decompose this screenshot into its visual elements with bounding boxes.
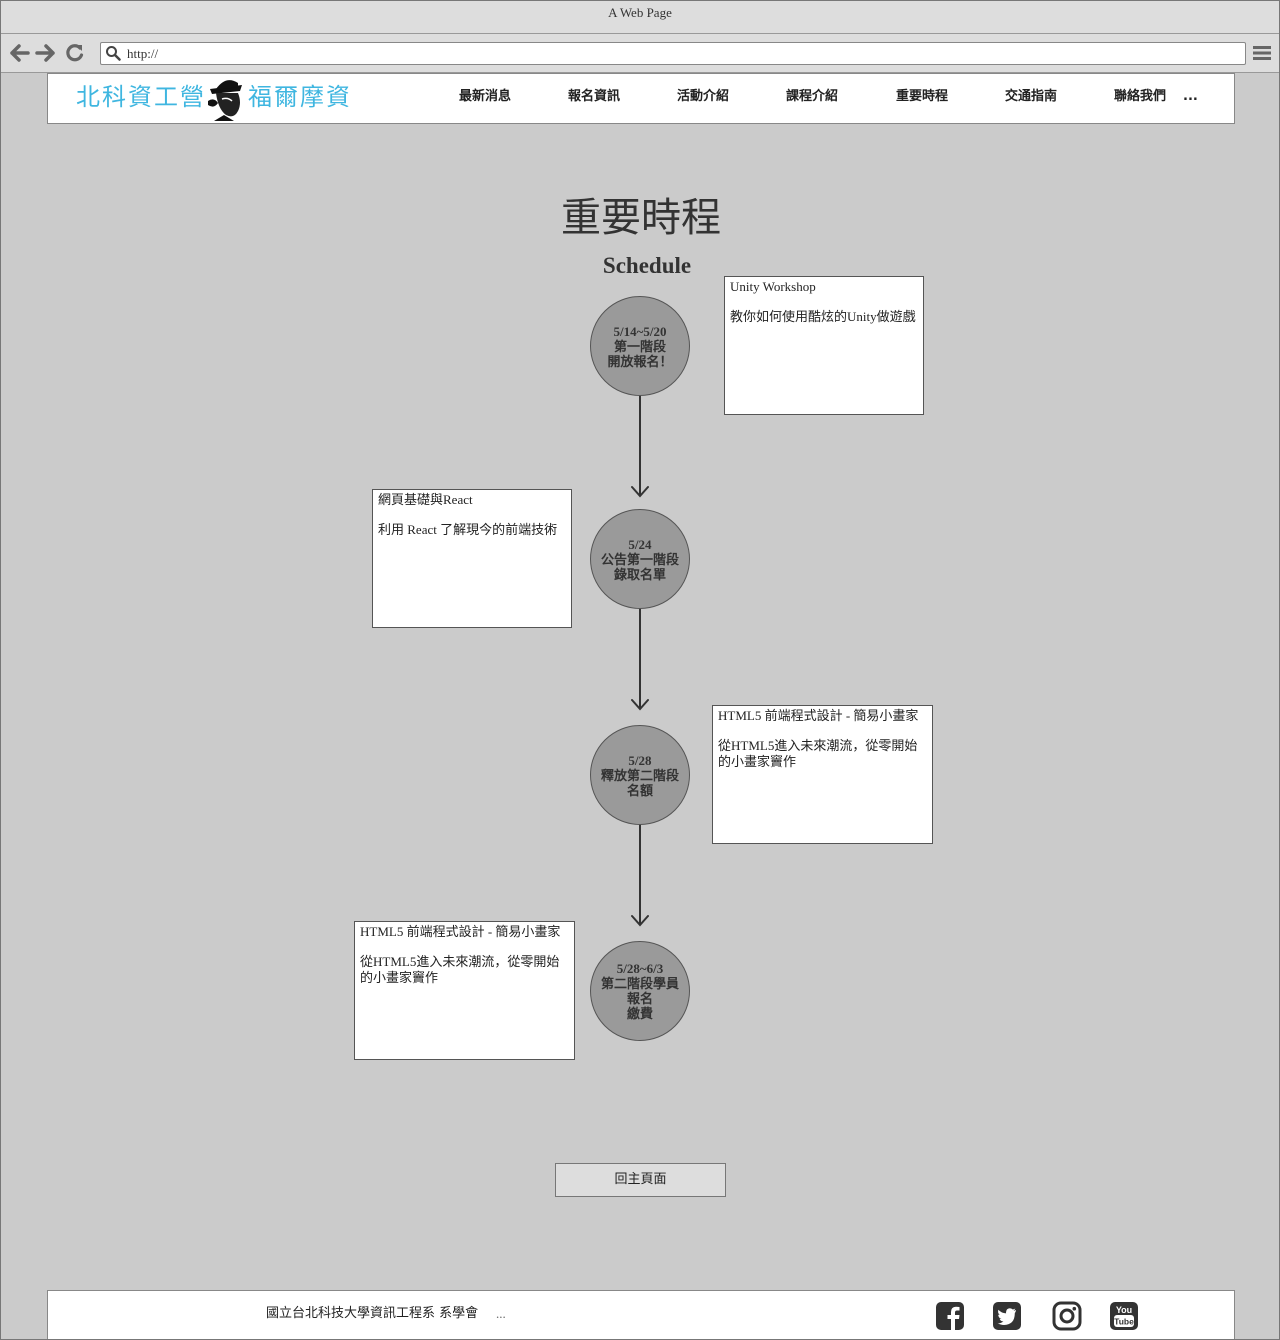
youtube-icon[interactable]: You Tube	[1109, 1301, 1139, 1331]
milestone-date: 5/28	[628, 752, 652, 768]
course-card-description: 教你如何使用酷炫的Unity做遊戲	[730, 309, 916, 324]
milestone-text: 公告第一階段	[600, 551, 679, 567]
course-card-html5-right[interactable]: HTML5 前端程式設計 - 簡易小畫家 從HTML5進入未來潮流，從零開始的小…	[712, 705, 933, 844]
milestone-date: 5/14~5/20	[613, 323, 667, 339]
instagram-icon[interactable]	[1052, 1301, 1082, 1331]
course-card-description: 利用 React 了解現今的前端技術	[378, 522, 558, 537]
milestone-text: 第一階段	[613, 338, 666, 354]
twitter-icon[interactable]	[992, 1301, 1022, 1331]
browser-window: A Web Page http:// 北科資工營 福爾摩資 最新消息 報名資訊 …	[0, 0, 1280, 1340]
milestone-text: 第二階段學員	[600, 976, 679, 991]
milestone-phase1-registration: 5/14~5/20 第一階段 開放報名！	[590, 296, 690, 396]
milestone-phase1-results: 5/24 公告第一階段 錄取名單	[590, 509, 690, 609]
back-to-home-button[interactable]: 回主頁面	[555, 1163, 726, 1197]
milestone-text: 開放報名！	[607, 353, 673, 369]
milestone-date: 5/28~6/3	[616, 961, 664, 976]
course-card-title: HTML5 前端程式設計 - 簡易小畫家	[360, 924, 561, 939]
course-card-title: 網頁基礎與React	[378, 492, 473, 507]
course-card-title: Unity Workshop	[730, 279, 816, 294]
course-card-html5-left[interactable]: HTML5 前端程式設計 - 簡易小畫家 從HTML5進入未來潮流，從零開始的小…	[354, 921, 575, 1060]
milestone-phase2-release: 5/28 釋放第二階段 名額	[590, 725, 690, 825]
course-card-react[interactable]: 網頁基礎與React 利用 React 了解現今的前端技術	[372, 489, 572, 628]
milestone-text: 繳費	[626, 1006, 653, 1021]
site-footer: 國立台北科技大學資訊工程系 系學會 ... You Tube	[47, 1290, 1235, 1339]
facebook-icon[interactable]	[935, 1301, 965, 1331]
milestone-text: 報名	[626, 991, 653, 1006]
course-card-description: 從HTML5進入未來潮流，從零開始的小畫家竇作	[718, 738, 918, 769]
timeline-connectors	[631, 395, 649, 927]
milestone-text: 名額	[626, 782, 653, 798]
course-card-description: 從HTML5進入未來潮流，從零開始的小畫家竇作	[360, 954, 560, 985]
course-card-title: HTML5 前端程式設計 - 簡易小畫家	[718, 708, 919, 723]
youtube-icon-text-top: You	[1116, 1305, 1132, 1315]
course-card-unity[interactable]: Unity Workshop 教你如何使用酷炫的Unity做遊戲	[724, 276, 924, 415]
milestone-phase2-payment: 5/28~6/3 第二階段學員 報名 繳費	[590, 941, 690, 1041]
milestone-date: 5/24	[628, 536, 652, 552]
footer-more: ...	[496, 1306, 506, 1321]
footer-org-text: 國立台北科技大學資訊工程系 系學會	[266, 1306, 479, 1321]
milestone-text: 釋放第二階段	[600, 767, 679, 783]
milestone-text: 錄取名單	[613, 566, 666, 582]
youtube-icon-text-bottom: Tube	[1114, 1317, 1134, 1327]
